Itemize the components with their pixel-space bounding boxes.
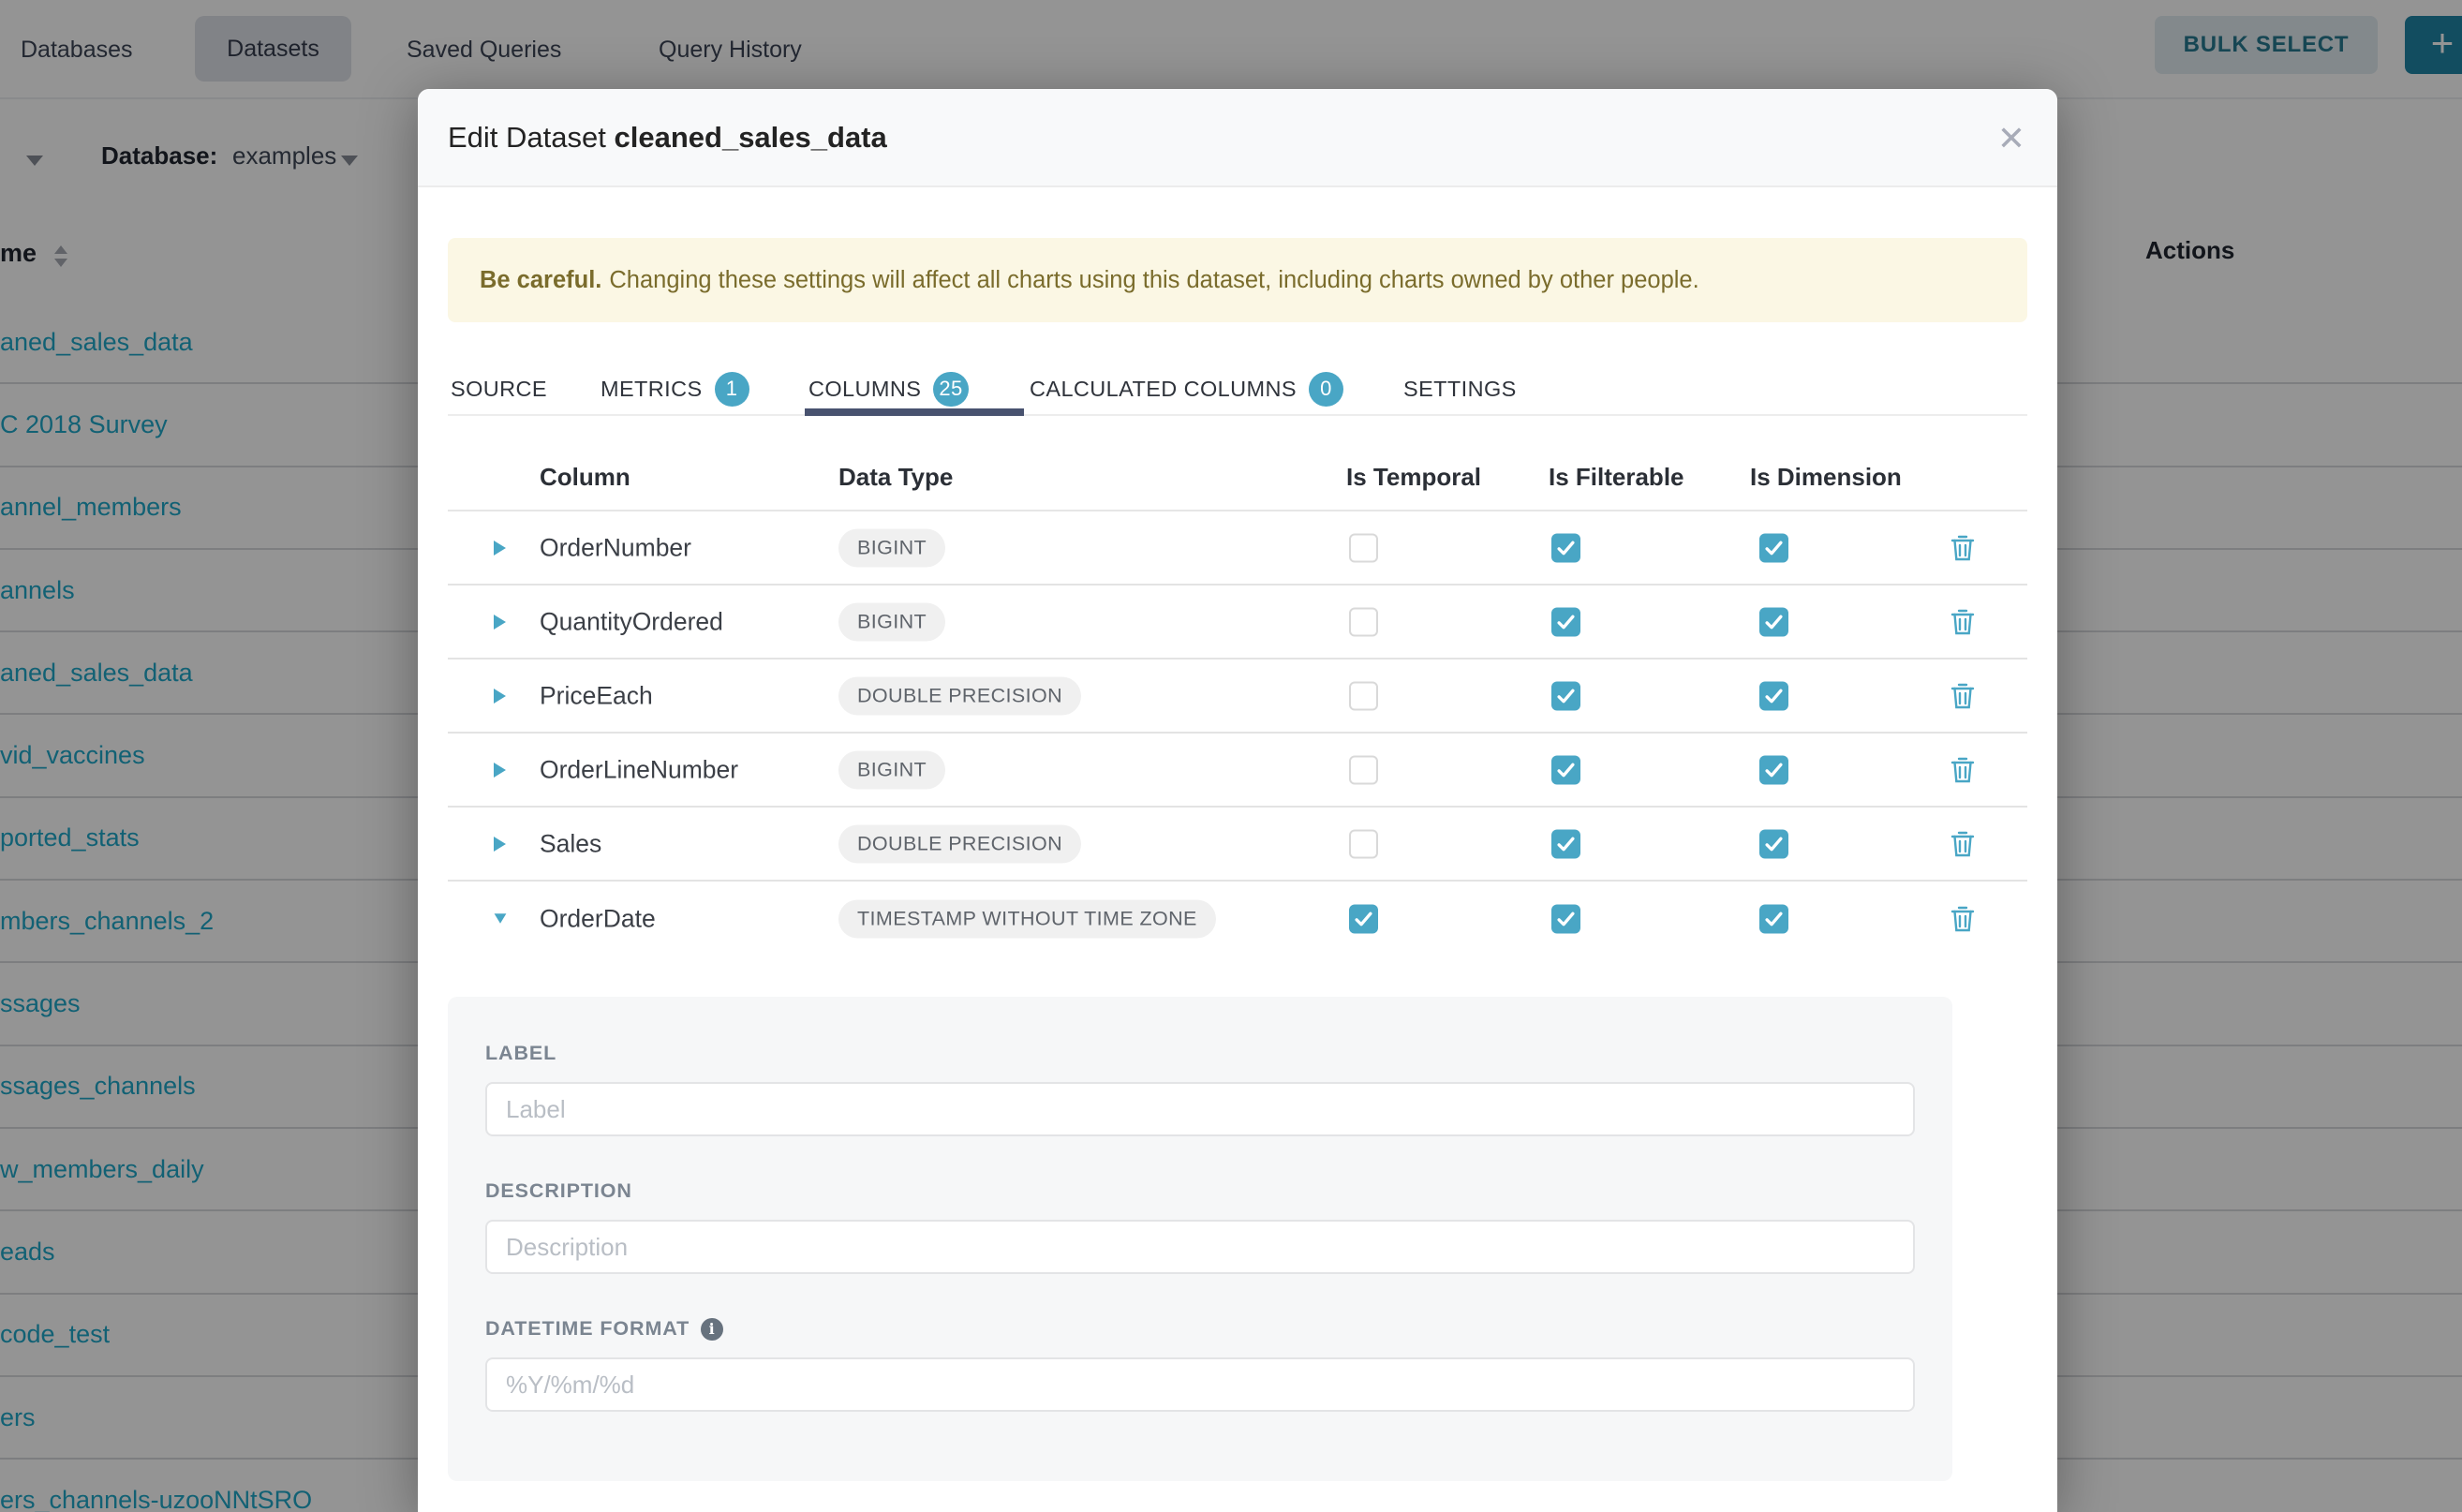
- is-filterable-checkbox[interactable]: [1551, 681, 1580, 710]
- expand-caret-icon[interactable]: [493, 613, 508, 631]
- is-filterable-checkbox[interactable]: [1551, 829, 1580, 858]
- warning-banner: Be careful. Changing these settings will…: [448, 238, 2027, 322]
- screen: Databases Datasets Saved Queries Query H…: [0, 0, 2462, 1512]
- column-name: PriceEach: [540, 681, 653, 710]
- tab-metrics[interactable]: METRICS 1: [601, 362, 749, 416]
- data-type-pill: DOUBLE PRECISION: [838, 676, 1081, 715]
- is-filterable-checkbox[interactable]: [1551, 755, 1580, 784]
- is-dimension-checkbox[interactable]: [1759, 904, 1788, 933]
- tab-label: COLUMNS: [808, 377, 921, 402]
- description-input[interactable]: [485, 1220, 1915, 1274]
- is-temporal-header: Is Temporal: [1346, 463, 1481, 492]
- column-name: OrderLineNumber: [540, 755, 738, 784]
- data-type-pill: DOUBLE PRECISION: [838, 824, 1081, 863]
- column-name: QuantityOrdered: [540, 607, 723, 636]
- expand-caret-icon[interactable]: [493, 761, 508, 779]
- is-temporal-checkbox[interactable]: [1349, 681, 1378, 710]
- is-filterable-checkbox[interactable]: [1551, 904, 1580, 933]
- column-detail-panel: LABEL DESCRIPTION DATETIME FORMAT i: [448, 997, 1952, 1481]
- expand-caret-icon[interactable]: [493, 539, 508, 557]
- expand-caret-icon[interactable]: [493, 835, 508, 853]
- tab-label: SETTINGS: [1403, 377, 1517, 402]
- column-header: Column: [540, 463, 630, 492]
- delete-column-icon[interactable]: [1950, 607, 1976, 637]
- is-dimension-checkbox[interactable]: [1759, 607, 1788, 636]
- tab-label: SOURCE: [451, 377, 547, 402]
- data-type-pill: BIGINT: [838, 602, 945, 641]
- collapse-caret-icon[interactable]: [493, 910, 508, 928]
- is-dimension-checkbox[interactable]: [1759, 681, 1788, 710]
- label-input[interactable]: [485, 1082, 1915, 1136]
- columns-table-header: Column Data Type Is Temporal Is Filterab…: [448, 450, 2027, 511]
- column-name: OrderDate: [540, 904, 656, 933]
- tab-settings[interactable]: SETTINGS: [1403, 362, 1517, 416]
- is-filterable-header: Is Filterable: [1549, 463, 1684, 492]
- dataset-name: cleaned_sales_data: [615, 121, 887, 154]
- tab-label: METRICS: [601, 377, 703, 402]
- tab-source[interactable]: SOURCE: [451, 362, 547, 416]
- is-temporal-checkbox[interactable]: [1349, 607, 1378, 636]
- is-filterable-checkbox[interactable]: [1551, 533, 1580, 562]
- label-field-label: LABEL: [485, 1042, 1915, 1065]
- column-row: Sales DOUBLE PRECISION: [448, 808, 2027, 882]
- tab-count-badge: 25: [933, 372, 968, 407]
- datetime-format-input[interactable]: [485, 1357, 1915, 1412]
- data-type-pill: TIMESTAMP WITHOUT TIME ZONE: [838, 899, 1216, 938]
- tab-columns[interactable]: COLUMNS 25: [808, 362, 969, 416]
- is-temporal-checkbox[interactable]: [1349, 904, 1378, 933]
- description-field-label: DESCRIPTION: [485, 1179, 1915, 1203]
- tab-count-badge: 0: [1309, 372, 1343, 407]
- column-row: QuantityOrdered BIGINT: [448, 586, 2027, 660]
- is-dimension-checkbox[interactable]: [1759, 533, 1788, 562]
- is-dimension-checkbox[interactable]: [1759, 829, 1788, 858]
- data-type-header: Data Type: [838, 463, 953, 492]
- column-row: OrderLineNumber BIGINT: [448, 734, 2027, 808]
- delete-column-icon[interactable]: [1950, 533, 1976, 563]
- modal-tabs: SOURCE METRICS 1 COLUMNS 25 CALCULATED COLUMN…: [448, 362, 2027, 416]
- is-temporal-checkbox[interactable]: [1349, 533, 1378, 562]
- tab-calculated-columns[interactable]: CALCULATED COLUMNS 0: [1030, 362, 1343, 416]
- column-row: OrderNumber BIGINT: [448, 511, 2027, 586]
- modal-header: Edit Dataset cleaned_sales_data ✕: [418, 89, 2057, 187]
- is-filterable-checkbox[interactable]: [1551, 607, 1580, 636]
- delete-column-icon[interactable]: [1950, 755, 1976, 785]
- is-dimension-header: Is Dimension: [1750, 463, 1902, 492]
- data-type-pill: BIGINT: [838, 528, 945, 567]
- tab-label: CALCULATED COLUMNS: [1030, 377, 1297, 402]
- expand-caret-icon[interactable]: [493, 687, 508, 705]
- is-temporal-checkbox[interactable]: [1349, 755, 1378, 784]
- delete-column-icon[interactable]: [1950, 829, 1976, 859]
- columns-table-rows: OrderNumber BIGINT QuantityOrdered BIGINT Pr…: [448, 511, 2027, 956]
- column-row: PriceEach DOUBLE PRECISION: [448, 660, 2027, 734]
- warning-message: Changing these settings will affect all …: [609, 267, 1698, 294]
- column-name: Sales: [540, 829, 601, 858]
- is-dimension-checkbox[interactable]: [1759, 755, 1788, 784]
- datetime-format-field-label: DATETIME FORMAT i: [485, 1317, 1915, 1341]
- is-temporal-checkbox[interactable]: [1349, 829, 1378, 858]
- tab-count-badge: 1: [715, 372, 749, 407]
- info-icon[interactable]: i: [701, 1318, 723, 1341]
- data-type-pill: BIGINT: [838, 750, 945, 789]
- delete-column-icon[interactable]: [1950, 904, 1976, 934]
- column-name: OrderNumber: [540, 533, 691, 562]
- warning-emphasis: Be careful.: [480, 267, 601, 294]
- modal-body: Be careful. Changing these settings will…: [418, 238, 2057, 1481]
- close-icon[interactable]: ✕: [1997, 89, 2025, 187]
- column-row: OrderDate TIMESTAMP WITHOUT TIME ZONE: [448, 882, 2027, 956]
- modal-title: Edit Dataset cleaned_sales_data: [448, 121, 887, 155]
- edit-dataset-modal: Edit Dataset cleaned_sales_data ✕ Be car…: [418, 89, 2057, 1512]
- delete-column-icon[interactable]: [1950, 681, 1976, 711]
